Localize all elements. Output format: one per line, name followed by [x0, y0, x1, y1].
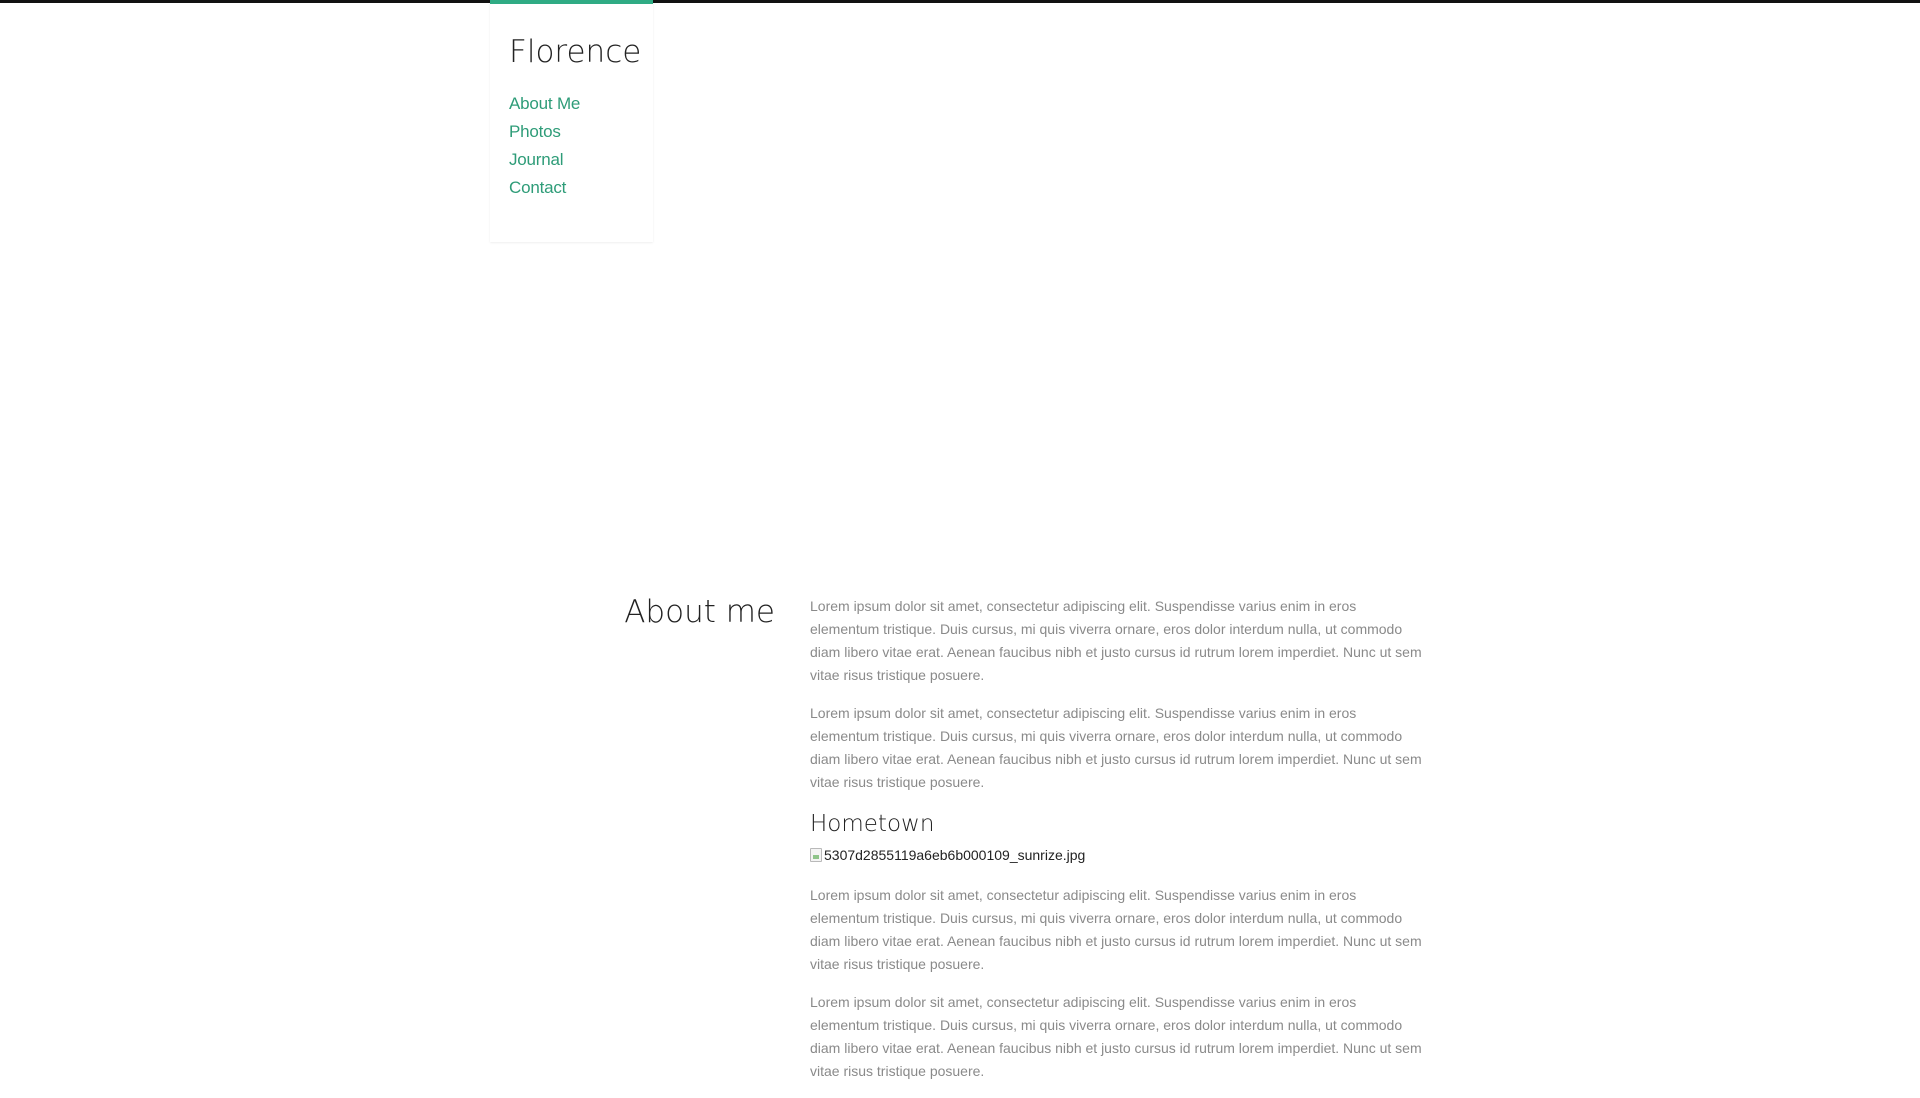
hometown-image-alt: 5307d2855119a6eb6b000109_sunrize.jpg: [824, 847, 1086, 863]
nav-menu: About Me Photos Journal Contact: [509, 90, 580, 202]
nav-item: Contact: [509, 174, 580, 202]
about-paragraph: Lorem ipsum dolor sit amet, consectetur …: [810, 705, 1422, 790]
top-border: [0, 0, 1920, 3]
nav-link-photos[interactable]: Photos: [509, 122, 561, 141]
nav-item: About Me: [509, 90, 580, 118]
broken-image-icon: [810, 848, 822, 862]
nav-link-contact[interactable]: Contact: [509, 178, 566, 197]
hometown-heading: Hometown: [810, 811, 935, 837]
nav-link-journal[interactable]: Journal: [509, 150, 564, 169]
nav-item: Journal: [509, 146, 580, 174]
nav-item: Photos: [509, 118, 580, 146]
sidebar-accent-bar: [490, 0, 653, 4]
about-paragraph: Lorem ipsum dolor sit amet, consectetur …: [810, 598, 1422, 683]
main-content: Lorem ipsum dolor sit amet, consectetur …: [810, 595, 1428, 1098]
nav-link-about-me[interactable]: About Me: [509, 94, 580, 113]
about-heading: About me: [624, 594, 775, 630]
hometown-paragraph: Lorem ipsum dolor sit amet, consectetur …: [810, 887, 1422, 972]
site-title: Florence: [509, 34, 642, 70]
sidebar: Florence About Me Photos Journal Contact: [490, 0, 653, 242]
hometown-paragraph: Lorem ipsum dolor sit amet, consectetur …: [810, 994, 1422, 1079]
hometown-image: 5307d2855119a6eb6b000109_sunrize.jpg: [810, 844, 1428, 866]
